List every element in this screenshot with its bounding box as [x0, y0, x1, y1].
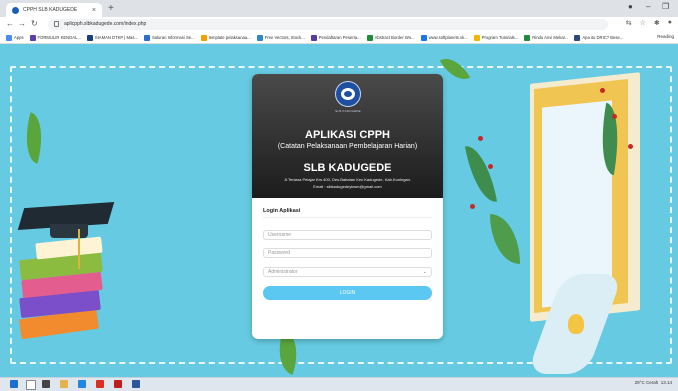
- address-bar-row: ← → ↻ aplicpph.slbkadugede.com/index.php…: [0, 17, 678, 32]
- school-logo-icon: [335, 81, 361, 107]
- favicon-icon: [12, 6, 19, 14]
- bookmark-label: FORMULIR KENDAL...: [37, 35, 81, 40]
- bookmark-item[interactable]: FORMULIR KENDAL...: [29, 34, 81, 41]
- reading-list-button[interactable]: Reading: [653, 34, 674, 39]
- bookmark-label: Free Vectors, Stock...: [264, 35, 305, 40]
- password-input[interactable]: Password: [263, 248, 432, 258]
- card-header: SLB KADUGEDE APLIKASI CPPH (Catatan Pela…: [252, 74, 443, 198]
- bookmark-label: Apa itu DRIC? Bese...: [582, 35, 624, 40]
- reload-icon[interactable]: ↻: [31, 19, 38, 28]
- minimize-icon[interactable]: –: [646, 2, 650, 11]
- bookmark-favicon-icon: [143, 34, 150, 41]
- flower-decoration: [470, 204, 475, 209]
- url-bar[interactable]: aplicpph.slbkadugede.com/index.php: [48, 19, 608, 30]
- task-view-icon[interactable]: [42, 380, 50, 388]
- login-button[interactable]: LOGIN: [263, 286, 432, 300]
- role-select[interactable]: Administrator ⌄: [263, 267, 432, 277]
- bookmark-item[interactable]: Apa itu DRIC? Bese...: [574, 34, 624, 41]
- word-icon[interactable]: [132, 380, 140, 388]
- tassel-decoration: [78, 229, 80, 269]
- browser-tab-bar: CPPH SLB KADUGEDE × + ● – ❐: [0, 0, 678, 17]
- acrobat-icon[interactable]: [114, 380, 122, 388]
- login-card: SLB KADUGEDE APLIKASI CPPH (Catatan Pela…: [252, 74, 443, 339]
- bookmark-favicon-icon: [256, 34, 263, 41]
- maximize-icon[interactable]: ❐: [662, 2, 669, 11]
- bookmark-item[interactable]: Pendaftaran Peserta...: [310, 34, 361, 41]
- flower-decoration: [478, 136, 483, 141]
- share-icon[interactable]: ⇆: [626, 19, 632, 27]
- divider: [263, 217, 432, 218]
- edge-icon[interactable]: [78, 380, 86, 388]
- flower-decoration: [600, 88, 605, 93]
- tab-close-icon[interactable]: ×: [92, 7, 96, 14]
- bookmark-label: template pelaksanaa...: [208, 35, 251, 40]
- app-title: APLIKASI CPPH: [305, 129, 390, 141]
- bookmark-label: Pendaftaran Peserta...: [318, 35, 361, 40]
- lock-icon: [54, 21, 59, 27]
- bookmark-item[interactable]: Saluran Informasi Se...: [143, 34, 195, 41]
- windows-taskbar: 29°C Cerah 13.14: [0, 377, 678, 391]
- graduation-cap-base: [50, 224, 88, 238]
- url-text: aplicpph.slbkadugede.com/index.php: [64, 21, 147, 27]
- bookmarks-bar: Apps FORMULIR KENDAL... SIAMAN DTKP | Mas.…: [0, 32, 678, 44]
- bookmark-label: www.softplanets.vk...: [428, 35, 468, 40]
- tab-title: CPPH SLB KADUGEDE: [23, 7, 78, 13]
- page-background: SLB KADUGEDE APLIKASI CPPH (Catatan Pela…: [0, 44, 678, 377]
- bookmark-label: Apps: [14, 35, 24, 40]
- school-email: Email : slbkadugedeykwm@gmail.com: [313, 184, 382, 189]
- address-bar-icons: ⇆ ☆ ✱ ●: [626, 19, 672, 27]
- extensions-icon[interactable]: ✱: [654, 19, 660, 27]
- bookmark-favicon-icon: [366, 34, 373, 41]
- bookmark-label: Rindu Anvi Mekar...: [532, 35, 569, 40]
- flower-decoration: [488, 164, 493, 169]
- chevron-down-icon: ⌄: [422, 269, 427, 275]
- bookmark-item[interactable]: template pelaksanaa...: [200, 34, 251, 41]
- role-select-value: Administrator: [268, 269, 298, 275]
- bookmark-favicon-icon: [6, 34, 12, 41]
- bookmark-item[interactable]: SIAMAN DTKP | Mas...: [86, 34, 138, 41]
- browser-tab[interactable]: CPPH SLB KADUGEDE ×: [6, 3, 102, 17]
- weather-text: 29°C Cerah: [634, 380, 659, 385]
- app-subtitle: (Catatan Pelaksanaan Pembelajaran Harian…: [277, 143, 418, 150]
- username-input[interactable]: Username: [263, 230, 432, 240]
- new-tab-button[interactable]: +: [108, 3, 114, 14]
- bookmark-favicon-icon: [574, 34, 581, 41]
- star-icon[interactable]: ☆: [640, 19, 646, 27]
- system-tray[interactable]: 29°C Cerah 13.14: [635, 380, 672, 385]
- profile-avatar-icon[interactable]: ●: [668, 19, 672, 27]
- flower-decoration: [612, 114, 617, 119]
- chrome-icon[interactable]: [96, 380, 104, 388]
- search-icon[interactable]: [26, 380, 36, 390]
- forward-icon[interactable]: →: [18, 19, 26, 28]
- bookmark-favicon-icon: [29, 34, 36, 41]
- windows-start-icon[interactable]: [10, 380, 18, 388]
- bookmark-favicon-icon: [310, 34, 317, 41]
- logo-caption: SLB KADUGEDE: [335, 109, 361, 113]
- login-heading: Login Aplikasi: [263, 208, 301, 214]
- flower-decoration: [628, 144, 633, 149]
- file-explorer-icon[interactable]: [60, 380, 68, 388]
- lightbulb-icon: [568, 314, 584, 334]
- bookmark-favicon-icon: [524, 34, 531, 41]
- bookmark-item[interactable]: Apps: [6, 34, 24, 41]
- bookmark-favicon-icon: [473, 34, 480, 41]
- bookmark-favicon-icon: [420, 34, 427, 41]
- bookmark-label: Abstract Border Wo...: [374, 35, 415, 40]
- clock-text: 13.14: [660, 380, 672, 385]
- bookmark-favicon-icon: [200, 34, 207, 41]
- bookmark-item[interactable]: Free Vectors, Stock...: [256, 34, 305, 41]
- school-address: Jl.Tentara Pelajar Km.400, Des.Babatan K…: [284, 177, 411, 182]
- bookmark-item[interactable]: Rindu Anvi Mekar...: [524, 34, 569, 41]
- bookmark-label: Saluran Informasi Se...: [151, 35, 195, 40]
- profile-icon[interactable]: ●: [628, 2, 633, 11]
- bookmark-item[interactable]: www.softplanets.vk...: [420, 34, 468, 41]
- back-icon[interactable]: ←: [6, 19, 14, 28]
- bookmark-label: SIAMAN DTKP | Mas...: [94, 35, 138, 40]
- bookmark-item[interactable]: Abstract Border Wo...: [366, 34, 415, 41]
- school-name: SLB KADUGEDE: [303, 162, 392, 174]
- bookmark-item[interactable]: Program Tutorials...: [473, 34, 519, 41]
- bookmark-favicon-icon: [86, 34, 93, 41]
- bookmark-label: Program Tutorials...: [481, 35, 519, 40]
